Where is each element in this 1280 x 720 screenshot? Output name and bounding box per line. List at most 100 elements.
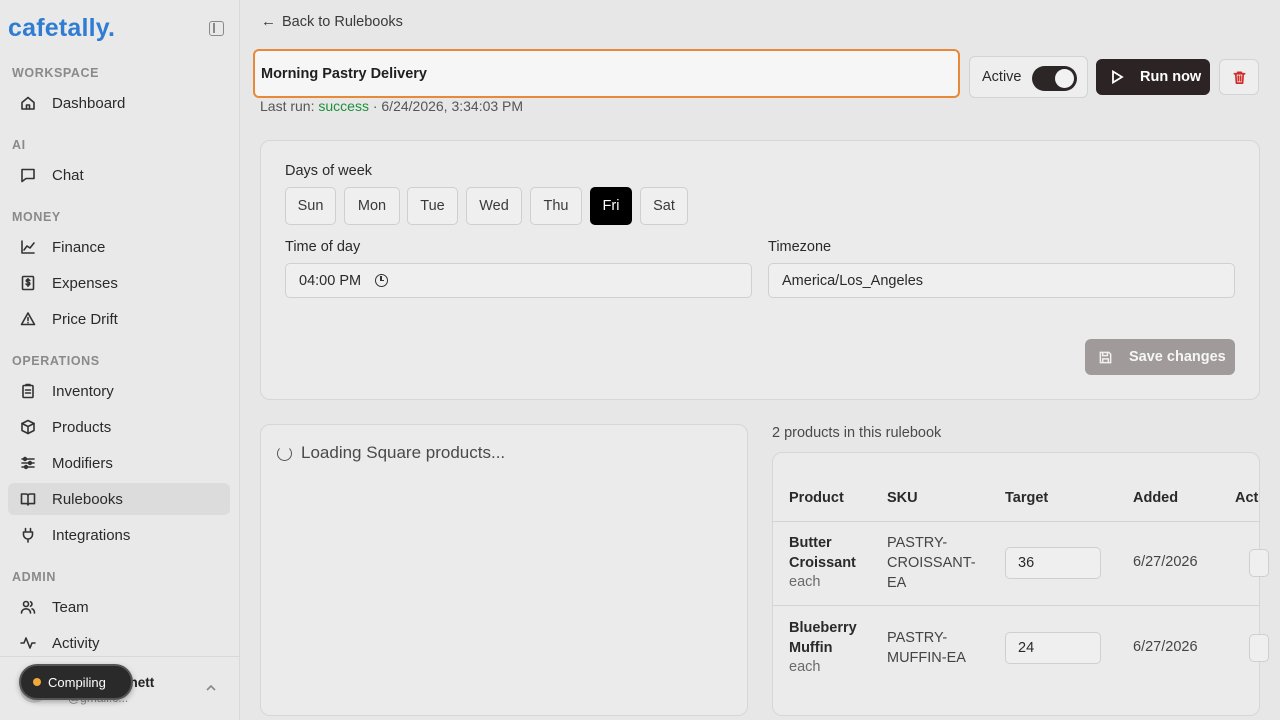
target-quantity-input[interactable]: 36: [1005, 547, 1101, 579]
activity-pulse-icon: [20, 635, 36, 651]
sidebar-item-products[interactable]: Products: [8, 411, 230, 443]
chart-line-icon: [20, 239, 36, 255]
plug-icon: [20, 527, 36, 543]
rulebook-name-input[interactable]: Morning Pastry Delivery: [253, 49, 960, 98]
active-toggle-group: Active: [969, 56, 1088, 98]
square-products-loading: Loading Square products...: [277, 443, 505, 463]
back-to-rulebooks-link[interactable]: ← Back to Rulebooks: [261, 13, 403, 30]
product-name-line: Croissant: [789, 555, 856, 571]
table-divider: [773, 605, 1260, 606]
sidebar-item-label: Chat: [52, 166, 84, 184]
sidebar-item-modifiers[interactable]: Modifiers: [8, 447, 230, 479]
compiling-indicator: Compiling: [19, 664, 133, 700]
sidebar-item-label: Team: [52, 598, 89, 616]
sidebar-item-rulebooks[interactable]: Rulebooks: [8, 483, 230, 515]
delete-rulebook-button[interactable]: [1219, 59, 1259, 95]
product-name-line: Muffin: [789, 640, 833, 656]
product-unit: each: [789, 659, 821, 675]
day-button-sat[interactable]: Sat: [640, 187, 688, 225]
section-label-ai: AI: [12, 138, 26, 152]
time-of-day-input[interactable]: 04:00 PM: [285, 263, 752, 298]
sidebar-item-expenses[interactable]: Expenses: [8, 267, 230, 299]
sidebar-item-label: Rulebooks: [52, 490, 123, 508]
chat-icon: [20, 167, 36, 183]
sku-line: CROISSANT-: [887, 555, 976, 571]
time-of-day-label: Time of day: [285, 239, 361, 255]
rulebook-product-count: 2 products in this rulebook: [772, 425, 942, 441]
day-button-mon[interactable]: Mon: [344, 187, 400, 225]
trash-icon: [1233, 71, 1245, 84]
added-date: 6/27/2026: [1133, 639, 1198, 655]
sidebar-item-label: Products: [52, 418, 112, 436]
section-label-operations: OPERATIONS: [12, 354, 100, 368]
day-button-wed[interactable]: Wed: [466, 187, 522, 225]
receipt-dollar-icon: [20, 275, 36, 291]
column-header-product[interactable]: Product: [789, 490, 844, 506]
clipboard-icon: [20, 383, 36, 399]
days-of-week-label: Days of week: [285, 163, 373, 179]
sidebar-item-finance[interactable]: Finance: [8, 231, 230, 263]
column-header-sku[interactable]: SKU: [887, 490, 918, 506]
play-icon: [1112, 70, 1124, 84]
sidebar-item-dashboard[interactable]: Dashboard: [8, 87, 230, 119]
sidebar-item-label: Integrations: [52, 526, 131, 544]
warning-triangle-icon: [20, 311, 36, 327]
sliders-icon: [20, 455, 36, 471]
sidebar-item-label: Inventory: [52, 382, 114, 400]
last-run-status: Last run: success · 6/24/2026, 3:34:03 P…: [260, 98, 523, 114]
users-icon: [20, 599, 36, 615]
section-label-admin: ADMIN: [12, 570, 56, 584]
sidebar-item-label: Modifiers: [52, 454, 113, 472]
day-button-tue[interactable]: Tue: [407, 187, 458, 225]
column-header-added[interactable]: Added: [1133, 490, 1178, 506]
sidebar-item-price-drift[interactable]: Price Drift: [8, 303, 230, 335]
day-button-thu[interactable]: Thu: [530, 187, 582, 225]
timezone-input[interactable]: America/Los_Angeles: [768, 263, 1235, 298]
sidebar-item-integrations[interactable]: Integrations: [8, 519, 230, 551]
sku-line: MUFFIN-EA: [887, 650, 966, 666]
home-icon: [20, 95, 36, 111]
sidebar-item-label: Activity: [52, 634, 100, 652]
column-header-actions[interactable]: Act: [1235, 490, 1259, 506]
sidebar-item-activity[interactable]: Activity: [8, 627, 230, 659]
spinner-icon: [277, 445, 292, 461]
product-name-line: Blueberry: [789, 620, 857, 636]
back-link-label: Back to Rulebooks: [282, 13, 403, 30]
sidebar-item-team[interactable]: Team: [8, 591, 230, 623]
brand-logo[interactable]: cafetally.: [8, 14, 115, 43]
table-divider: [773, 521, 1260, 522]
save-changes-label: Save changes: [1129, 349, 1226, 365]
day-button-fri[interactable]: Fri: [590, 187, 632, 225]
row-action-button[interactable]: [1249, 634, 1269, 662]
active-label: Active: [982, 69, 1022, 85]
run-now-button[interactable]: Run now: [1096, 59, 1210, 95]
day-button-sun[interactable]: Sun: [285, 187, 336, 225]
sku-line: EA: [887, 575, 907, 591]
column-header-target[interactable]: Target: [1005, 490, 1048, 506]
last-run-time: · 6/24/2026, 3:34:03 PM: [368, 98, 524, 114]
section-label-money: MONEY: [12, 210, 61, 224]
last-run-prefix: Last run:: [260, 98, 319, 114]
save-disk-icon: [1099, 351, 1112, 363]
sidebar-item-chat[interactable]: Chat: [8, 159, 230, 191]
row-action-button[interactable]: [1249, 549, 1269, 577]
chevron-up-icon[interactable]: [206, 684, 216, 692]
sidebar-item-inventory[interactable]: Inventory: [8, 375, 230, 407]
sku-line: PASTRY-: [887, 630, 948, 646]
book-open-icon: [20, 491, 36, 507]
status-dot-icon: [33, 678, 41, 686]
save-changes-button[interactable]: Save changes: [1085, 339, 1235, 375]
sku-line: PASTRY-: [887, 535, 948, 551]
sidebar-item-label: Expenses: [52, 274, 118, 292]
sidebar-item-label: Price Drift: [52, 310, 118, 328]
sidebar-item-label: Finance: [52, 238, 106, 256]
loading-text: Loading Square products...: [301, 443, 506, 462]
last-run-result: success: [318, 98, 369, 114]
collapse-sidebar-icon[interactable]: [209, 21, 224, 36]
added-date: 6/27/2026: [1133, 554, 1198, 570]
product-unit: each: [789, 574, 821, 590]
package-icon: [20, 419, 36, 435]
target-quantity-input[interactable]: 24: [1005, 632, 1101, 664]
active-toggle[interactable]: [1032, 66, 1077, 91]
clock-icon[interactable]: [375, 274, 389, 287]
